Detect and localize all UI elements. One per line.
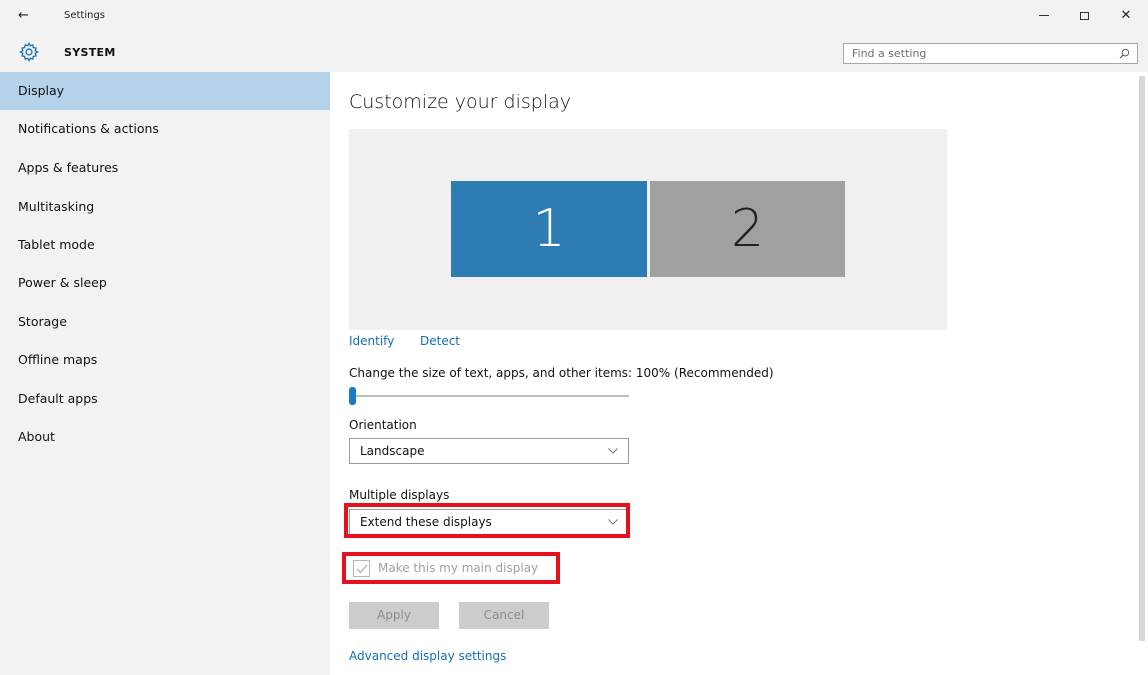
search-input[interactable] xyxy=(844,44,1106,63)
identify-link[interactable]: Identify xyxy=(349,334,394,348)
orientation-dropdown[interactable]: Landscape xyxy=(349,438,629,464)
apply-button[interactable]: Apply xyxy=(349,602,439,629)
sidebar-item-display[interactable]: Display xyxy=(0,72,330,110)
sidebar-item-about[interactable]: About xyxy=(0,418,330,456)
scale-label: Change the size of text, apps, and other… xyxy=(349,366,774,380)
minimize-icon xyxy=(1039,15,1049,16)
sidebar-item-storage[interactable]: Storage xyxy=(0,303,330,341)
sidebar-item-offline-maps[interactable]: Offline maps xyxy=(0,341,330,379)
sidebar-item-apps-features[interactable]: Apps & features xyxy=(0,149,330,187)
cancel-button[interactable]: Cancel xyxy=(459,602,549,629)
maximize-icon xyxy=(1079,11,1089,20)
search-box[interactable] xyxy=(843,43,1138,64)
maximize-button[interactable] xyxy=(1064,6,1104,26)
sidebar: Display Notifications & actions Apps & f… xyxy=(0,72,330,675)
header-bar: SYSTEM xyxy=(0,32,1148,72)
scale-slider-track[interactable] xyxy=(349,395,629,397)
close-button[interactable]: ✕ xyxy=(1106,6,1146,26)
multiple-displays-label: Multiple displays xyxy=(349,488,450,502)
section-title: SYSTEM xyxy=(64,46,116,59)
monitor-2-tile[interactable]: 2 xyxy=(650,181,845,277)
chevron-down-icon xyxy=(608,448,618,454)
scrollbar-thumb[interactable] xyxy=(1139,76,1145,641)
sidebar-item-power-sleep[interactable]: Power & sleep xyxy=(0,264,330,302)
back-arrow-icon[interactable]: ← xyxy=(18,9,34,23)
title-bar: ← Settings ✕ xyxy=(0,0,1148,32)
orientation-label: Orientation xyxy=(349,418,417,432)
search-icon[interactable] xyxy=(1119,48,1130,59)
window-title: Settings xyxy=(64,10,106,21)
gear-icon xyxy=(19,41,39,63)
highlight-box-main-display xyxy=(342,552,560,584)
page-title: Customize your display xyxy=(349,91,571,113)
sidebar-item-multitasking[interactable]: Multitasking xyxy=(0,188,330,226)
orientation-value: Landscape xyxy=(360,444,425,458)
scale-slider-thumb[interactable] xyxy=(349,387,356,405)
monitor-arrangement: 1 2 xyxy=(349,129,947,330)
advanced-display-settings-link[interactable]: Advanced display settings xyxy=(349,649,506,663)
sidebar-item-notifications[interactable]: Notifications & actions xyxy=(0,110,330,148)
minimize-button[interactable] xyxy=(1024,6,1064,26)
sidebar-item-tablet-mode[interactable]: Tablet mode xyxy=(0,226,330,264)
highlight-box-multiple-displays xyxy=(344,503,630,538)
detect-link[interactable]: Detect xyxy=(420,334,460,348)
sidebar-item-default-apps[interactable]: Default apps xyxy=(0,380,330,418)
monitor-1-tile[interactable]: 1 xyxy=(451,181,647,277)
